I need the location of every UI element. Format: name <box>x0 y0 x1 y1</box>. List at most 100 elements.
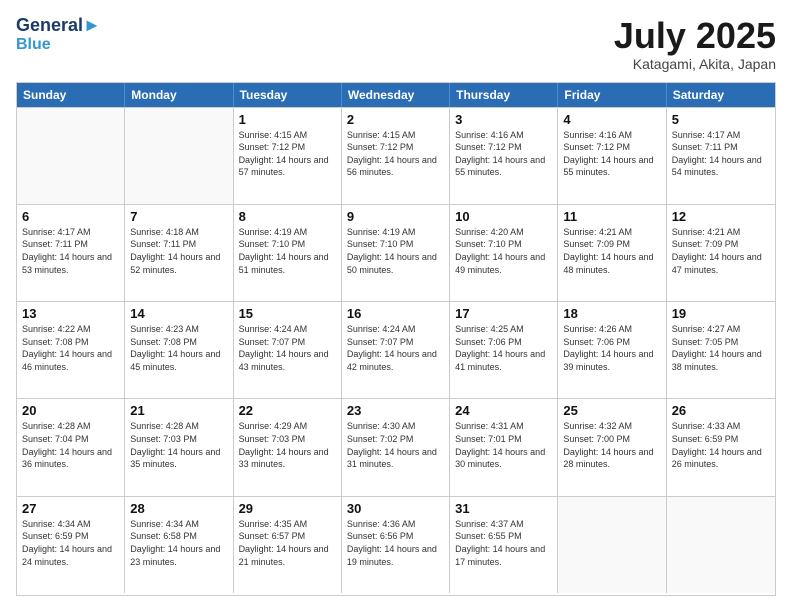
calendar-cell: 24 Sunrise: 4:31 AMSunset: 7:01 PMDayligh… <box>450 399 558 495</box>
day-number: 10 <box>455 209 552 224</box>
day-number: 5 <box>672 112 770 127</box>
calendar-cell: 5 Sunrise: 4:17 AMSunset: 7:11 PMDaylight… <box>667 108 775 204</box>
cell-info: Sunrise: 4:17 AMSunset: 7:11 PMDaylight:… <box>672 129 770 179</box>
day-number: 9 <box>347 209 444 224</box>
cell-info: Sunrise: 4:18 AMSunset: 7:11 PMDaylight:… <box>130 226 227 276</box>
cell-info: Sunrise: 4:16 AMSunset: 7:12 PMDaylight:… <box>455 129 552 179</box>
day-number: 7 <box>130 209 227 224</box>
calendar-week: 6 Sunrise: 4:17 AMSunset: 7:11 PMDaylight… <box>17 204 775 301</box>
cell-info: Sunrise: 4:21 AMSunset: 7:09 PMDaylight:… <box>563 226 660 276</box>
day-number: 27 <box>22 501 119 516</box>
cell-info: Sunrise: 4:36 AMSunset: 6:56 PMDaylight:… <box>347 518 444 568</box>
weekday-header: Friday <box>558 83 666 107</box>
calendar-cell: 2 Sunrise: 4:15 AMSunset: 7:12 PMDaylight… <box>342 108 450 204</box>
calendar-week: 27 Sunrise: 4:34 AMSunset: 6:59 PMDayligh… <box>17 496 775 593</box>
logo: General► Blue <box>16 16 101 53</box>
cell-info: Sunrise: 4:34 AMSunset: 6:59 PMDaylight:… <box>22 518 119 568</box>
page: General► Blue July 2025 Katagami, Akita,… <box>0 0 792 612</box>
calendar-cell: 16Sunrise: 4:24 AMSunset: 7:07 PMDayligh… <box>342 302 450 398</box>
calendar-cell <box>125 108 233 204</box>
day-number: 25 <box>563 403 660 418</box>
day-number: 19 <box>672 306 770 321</box>
day-number: 17 <box>455 306 552 321</box>
calendar-cell: 27 Sunrise: 4:34 AMSunset: 6:59 PMDayligh… <box>17 497 125 593</box>
weekday-header: Sunday <box>17 83 125 107</box>
day-number: 3 <box>455 112 552 127</box>
calendar-cell: 31 Sunrise: 4:37 AMSunset: 6:55 PMDayligh… <box>450 497 558 593</box>
cell-info: Sunrise: 4:32 AMSunset: 7:00 PMDaylight:… <box>563 420 660 470</box>
calendar-cell: 13 Sunrise: 4:22 AMSunset: 7:08 PMDayligh… <box>17 302 125 398</box>
calendar-cell: 23 Sunrise: 4:30 AMSunset: 7:02 PMDayligh… <box>342 399 450 495</box>
day-number: 8 <box>239 209 336 224</box>
cell-info: Sunrise: 4:23 AMSunset: 7:08 PMDaylight:… <box>130 323 227 373</box>
cell-info: Sunrise: 4:28 AMSunset: 7:03 PMDaylight:… <box>130 420 227 470</box>
cell-info: Sunrise: 4:17 AMSunset: 7:11 PMDaylight:… <box>22 226 119 276</box>
calendar-cell: 20Sunrise: 4:28 AMSunset: 7:04 PMDayligh… <box>17 399 125 495</box>
cell-info: Sunrise: 4:15 AMSunset: 7:12 PMDaylight:… <box>347 129 444 179</box>
calendar-body: 1 Sunrise: 4:15 AMSunset: 7:12 PMDaylight… <box>17 107 775 593</box>
calendar-cell: 9 Sunrise: 4:19 AMSunset: 7:10 PMDaylight… <box>342 205 450 301</box>
cell-info: Sunrise: 4:37 AMSunset: 6:55 PMDaylight:… <box>455 518 552 568</box>
weekday-header: Tuesday <box>234 83 342 107</box>
logo-text: General► <box>16 16 101 36</box>
day-number: 22 <box>239 403 336 418</box>
cell-info: Sunrise: 4:30 AMSunset: 7:02 PMDaylight:… <box>347 420 444 470</box>
calendar-cell: 14 Sunrise: 4:23 AMSunset: 7:08 PMDayligh… <box>125 302 233 398</box>
day-number: 20 <box>22 403 119 418</box>
day-number: 1 <box>239 112 336 127</box>
cell-info: Sunrise: 4:16 AMSunset: 7:12 PMDaylight:… <box>563 129 660 179</box>
cell-info: Sunrise: 4:34 AMSunset: 6:58 PMDaylight:… <box>130 518 227 568</box>
day-number: 30 <box>347 501 444 516</box>
calendar-cell: 22Sunrise: 4:29 AMSunset: 7:03 PMDayligh… <box>234 399 342 495</box>
calendar-cell: 28 Sunrise: 4:34 AMSunset: 6:58 PMDayligh… <box>125 497 233 593</box>
cell-info: Sunrise: 4:19 AMSunset: 7:10 PMDaylight:… <box>239 226 336 276</box>
header: General► Blue July 2025 Katagami, Akita,… <box>16 16 776 72</box>
calendar-cell: 18 Sunrise: 4:26 AMSunset: 7:06 PMDayligh… <box>558 302 666 398</box>
calendar-cell: 29 Sunrise: 4:35 AMSunset: 6:57 PMDayligh… <box>234 497 342 593</box>
cell-info: Sunrise: 4:21 AMSunset: 7:09 PMDaylight:… <box>672 226 770 276</box>
day-number: 31 <box>455 501 552 516</box>
day-number: 24 <box>455 403 552 418</box>
title-block: July 2025 Katagami, Akita, Japan <box>614 16 776 72</box>
day-number: 11 <box>563 209 660 224</box>
weekday-header: Monday <box>125 83 233 107</box>
cell-info: Sunrise: 4:35 AMSunset: 6:57 PMDaylight:… <box>239 518 336 568</box>
calendar-cell: 15Sunrise: 4:24 AMSunset: 7:07 PMDayligh… <box>234 302 342 398</box>
day-number: 28 <box>130 501 227 516</box>
cell-info: Sunrise: 4:26 AMSunset: 7:06 PMDaylight:… <box>563 323 660 373</box>
calendar-cell: 30 Sunrise: 4:36 AMSunset: 6:56 PMDayligh… <box>342 497 450 593</box>
day-number: 29 <box>239 501 336 516</box>
cell-info: Sunrise: 4:19 AMSunset: 7:10 PMDaylight:… <box>347 226 444 276</box>
calendar: SundayMondayTuesdayWednesdayThursdayFrid… <box>16 82 776 596</box>
cell-info: Sunrise: 4:25 AMSunset: 7:06 PMDaylight:… <box>455 323 552 373</box>
calendar-cell <box>558 497 666 593</box>
weekday-header: Thursday <box>450 83 558 107</box>
cell-info: Sunrise: 4:24 AMSunset: 7:07 PMDaylight:… <box>239 323 336 373</box>
day-number: 4 <box>563 112 660 127</box>
calendar-cell <box>17 108 125 204</box>
weekday-header: Wednesday <box>342 83 450 107</box>
calendar-cell: 10 Sunrise: 4:20 AMSunset: 7:10 PMDayligh… <box>450 205 558 301</box>
location: Katagami, Akita, Japan <box>614 56 776 72</box>
calendar-cell <box>667 497 775 593</box>
calendar-cell: 8 Sunrise: 4:19 AMSunset: 7:10 PMDaylight… <box>234 205 342 301</box>
day-number: 6 <box>22 209 119 224</box>
calendar-cell: 1Sunrise: 4:15 AMSunset: 7:12 PMDaylight… <box>234 108 342 204</box>
day-number: 2 <box>347 112 444 127</box>
day-number: 23 <box>347 403 444 418</box>
day-number: 18 <box>563 306 660 321</box>
day-number: 13 <box>22 306 119 321</box>
cell-info: Sunrise: 4:20 AMSunset: 7:10 PMDaylight:… <box>455 226 552 276</box>
calendar-header: SundayMondayTuesdayWednesdayThursdayFrid… <box>17 83 775 107</box>
day-number: 14 <box>130 306 227 321</box>
month-title: July 2025 <box>614 16 776 56</box>
calendar-cell: 11 Sunrise: 4:21 AMSunset: 7:09 PMDayligh… <box>558 205 666 301</box>
calendar-cell: 4 Sunrise: 4:16 AMSunset: 7:12 PMDaylight… <box>558 108 666 204</box>
calendar-cell: 26Sunrise: 4:33 AMSunset: 6:59 PMDayligh… <box>667 399 775 495</box>
day-number: 12 <box>672 209 770 224</box>
calendar-cell: 17 Sunrise: 4:25 AMSunset: 7:06 PMDayligh… <box>450 302 558 398</box>
logo-subtext: Blue <box>16 36 101 54</box>
cell-info: Sunrise: 4:22 AMSunset: 7:08 PMDaylight:… <box>22 323 119 373</box>
calendar-week: 13 Sunrise: 4:22 AMSunset: 7:08 PMDayligh… <box>17 301 775 398</box>
cell-info: Sunrise: 4:31 AMSunset: 7:01 PMDaylight:… <box>455 420 552 470</box>
